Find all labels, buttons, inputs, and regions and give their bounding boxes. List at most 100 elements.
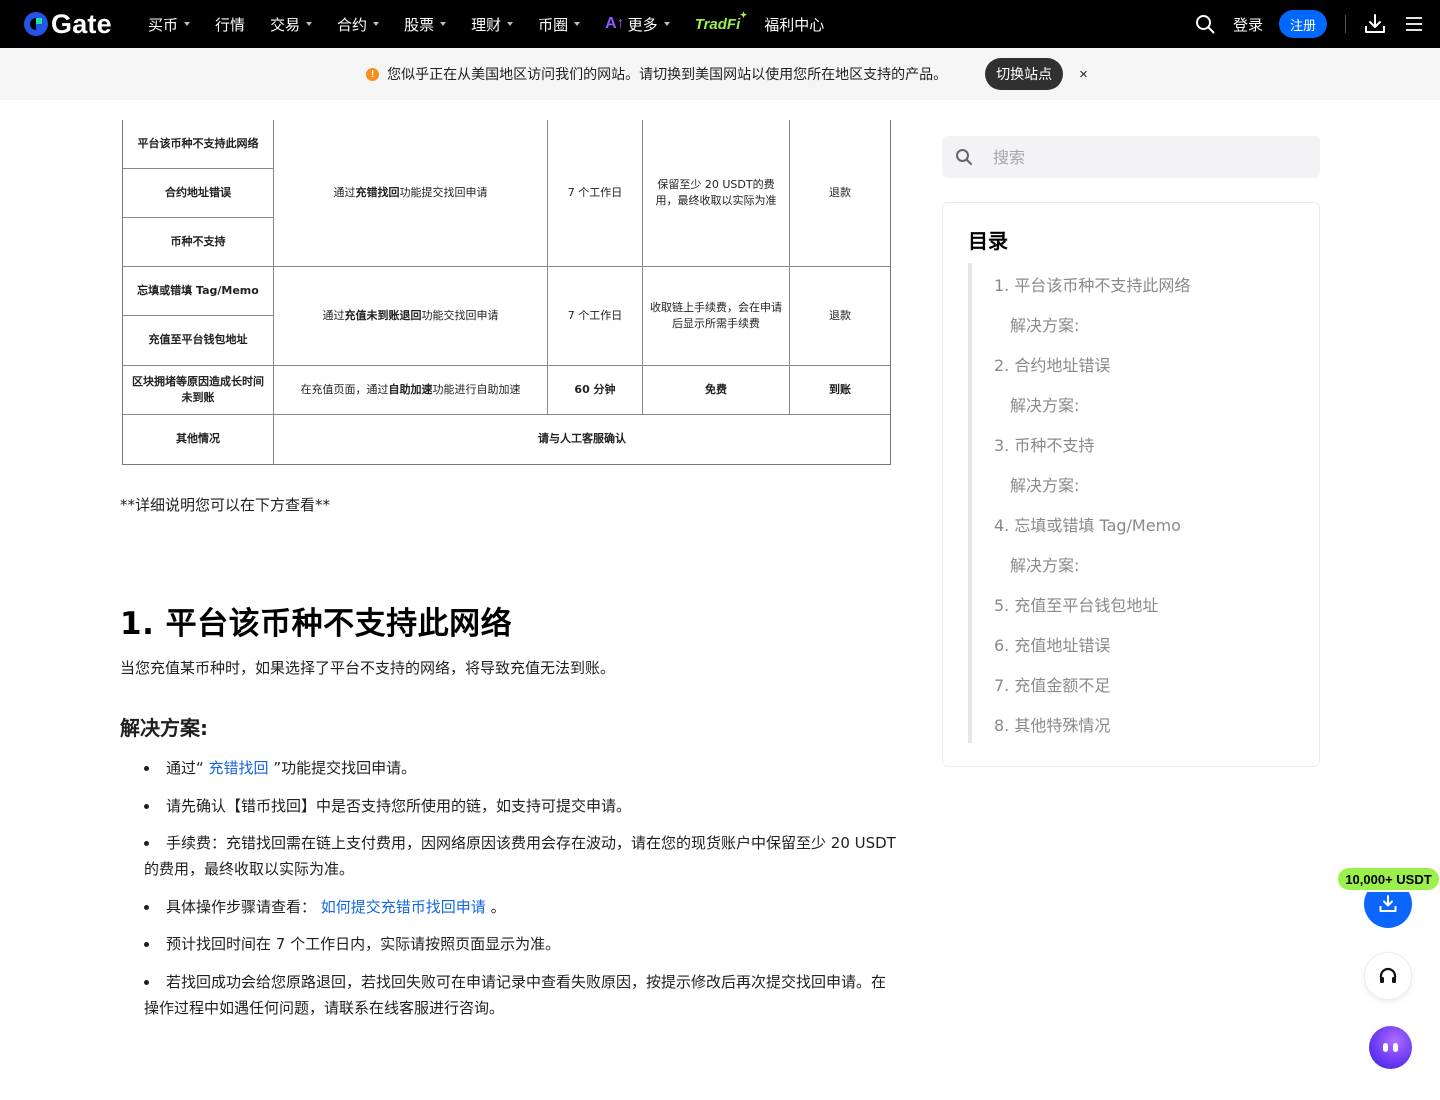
table-cell-result: 到账 bbox=[829, 382, 851, 396]
deposit-issue-table: 平台该币种不支持此网络 合约地址错误 币种不支持 通过 充错找回 功能提交找回申… bbox=[122, 120, 891, 465]
login-link[interactable]: 登录 bbox=[1233, 14, 1263, 35]
toc-item[interactable]: 1. 平台该币种不支持此网络 bbox=[994, 272, 1190, 296]
list-item: 手续费：充错找回需在链上支付费用，因网络原因该费用会存在波动，请在您的现货账户中… bbox=[144, 830, 896, 882]
menu-icon bbox=[1406, 17, 1422, 31]
toc-item[interactable]: 6. 充值地址错误 bbox=[994, 632, 1110, 656]
promo-badge[interactable]: 10,000+ USDT bbox=[1338, 868, 1439, 890]
list-item-text: 。 bbox=[485, 897, 506, 916]
method-post: 功能提交找回申请 bbox=[399, 185, 488, 199]
toc-item[interactable]: 2. 合约地址错误 bbox=[994, 352, 1110, 376]
nav-item-earn[interactable]: 理财 bbox=[471, 14, 514, 35]
nav-item-buy-crypto[interactable]: 买币 bbox=[148, 14, 191, 35]
nav-item-label: 理财 bbox=[471, 15, 502, 34]
nav-item-markets[interactable]: 行情 bbox=[215, 14, 245, 35]
search-icon bbox=[955, 148, 973, 166]
nav-item-label: 买币 bbox=[148, 15, 179, 34]
nav-item-label: 行情 bbox=[215, 15, 246, 34]
how-to-submit-link[interactable]: 如何提交充错币找回申请 bbox=[321, 898, 486, 916]
hamburger-menu-button[interactable] bbox=[1406, 17, 1422, 31]
toc-item[interactable]: 8. 其他特殊情况 bbox=[994, 712, 1110, 736]
nav-item-label: 福利中心 bbox=[764, 15, 825, 34]
recover-link[interactable]: 充错找回 bbox=[209, 759, 269, 777]
nav-item-futures[interactable]: 合约 bbox=[337, 14, 380, 35]
toc-rail bbox=[968, 263, 972, 743]
main-nav: 买币 行情 交易 合约 股票 理财 币圈 A↑ 更多 TradFi ✦ 福利中心 bbox=[148, 0, 849, 48]
method-bold: 充值未到账退回 bbox=[344, 308, 422, 322]
table-cell-result: 退款 bbox=[829, 308, 851, 322]
section-heading: 1. 平台该币种不支持此网络 bbox=[120, 606, 513, 642]
nav-item-label: 交易 bbox=[270, 15, 301, 34]
method-post: 功能进行自助加速 bbox=[432, 382, 521, 396]
table-cell-time: 7 个工作日 bbox=[567, 185, 623, 199]
table-cell-fee: 保留至少 20 USDT的费用，最终收取以实际为准 bbox=[655, 177, 777, 207]
ai-icon: A↑ bbox=[605, 15, 625, 32]
chevron-down-icon bbox=[373, 22, 380, 26]
list-item-text: 手续费：充错找回需在链上支付费用，因网络原因该费用会存在波动，请在您的现货账户中… bbox=[144, 834, 896, 878]
ai-assistant-button[interactable] bbox=[1369, 1026, 1412, 1069]
toc-item[interactable]: 5. 充值至平台钱包地址 bbox=[994, 592, 1158, 616]
table-cell-case: 区块拥堵等原因造成长时间未到账 bbox=[132, 374, 264, 404]
nav-item-label: 股票 bbox=[404, 15, 435, 34]
toc-item[interactable]: 4. 忘填或错填 Tag/Memo bbox=[994, 512, 1181, 536]
list-item-text: 具体操作步骤请查看： bbox=[166, 897, 321, 916]
method-pre: 通过 bbox=[322, 308, 345, 322]
detail-note: **详细说明您可以在下方查看** bbox=[120, 496, 331, 514]
switch-site-button[interactable]: 切换站点 bbox=[985, 58, 1064, 90]
nav-item-community[interactable]: 币圈 bbox=[538, 14, 581, 35]
table-cell-method: 在充值页面，通过 自助加速 功能进行自助加速 bbox=[274, 365, 547, 414]
table-cell-case: 忘填或错填 Tag/Memo bbox=[137, 283, 259, 297]
list-item: 请先确认【错币找回】中是否支持您所使用的链，如支持可提交申请。 bbox=[144, 793, 896, 819]
nav-item-welfare-center[interactable]: 福利中心 bbox=[764, 14, 824, 35]
gate-logo-icon bbox=[24, 12, 48, 36]
table-cell-case: 币种不支持 bbox=[170, 234, 226, 248]
toc-subitem[interactable]: 解决方案: bbox=[1010, 472, 1079, 496]
table-cell-method: 通过 充值未到账退回 功能交找回申请 bbox=[274, 266, 547, 365]
top-navbar: Gate 买币 行情 交易 合约 股票 理财 币圈 A↑ 更多 TradFi ✦ 福… bbox=[0, 0, 1440, 48]
customer-support-button[interactable] bbox=[1364, 952, 1412, 1000]
toc-subitem[interactable]: 解决方案: bbox=[1010, 552, 1079, 576]
close-icon[interactable]: × bbox=[1079, 66, 1088, 83]
list-item-text: 通过“ bbox=[166, 759, 209, 777]
nav-item-more[interactable]: A↑ 更多 bbox=[605, 14, 670, 35]
headset-icon bbox=[1379, 967, 1397, 983]
toc-subitem[interactable]: 解决方案: bbox=[1010, 312, 1079, 336]
method-post: 功能交找回申请 bbox=[421, 308, 499, 322]
signup-button[interactable]: 注册 bbox=[1279, 10, 1327, 38]
search-button[interactable] bbox=[1195, 14, 1215, 34]
region-notice-banner: ! 您似乎正在从美国地区访问我们的网站。请切换到美国网站以使用您所在地区支持的产… bbox=[0, 48, 1440, 100]
toc-title: 目录 bbox=[968, 229, 1008, 253]
list-item-text: 若找回成功会给您原路退回，若找回失败可在申请记录中查看失败原因，按提示修改后再次… bbox=[144, 972, 887, 1017]
download-app-button[interactable] bbox=[1364, 14, 1386, 34]
list-item-text: ”功能提交找回申请。 bbox=[268, 759, 417, 777]
warning-icon: ! bbox=[366, 67, 380, 81]
table-cell-time: 7 个工作日 bbox=[567, 308, 623, 322]
article-search bbox=[942, 136, 1320, 178]
method-pre: 在充值页面，通过 bbox=[300, 382, 389, 396]
table-of-contents: 目录 1. 平台该币种不支持此网络 解决方案: 2. 合约地址错误 解决方案: … bbox=[942, 202, 1320, 767]
nav-item-tradfi[interactable]: TradFi ✦ bbox=[695, 10, 748, 33]
table-cell-merged: 请与人工客服确认 bbox=[538, 431, 626, 445]
toc-subitem[interactable]: 解决方案: bbox=[1010, 392, 1079, 416]
search-input[interactable] bbox=[993, 147, 1293, 167]
nav-item-trade[interactable]: 交易 bbox=[270, 14, 313, 35]
chevron-down-icon bbox=[507, 22, 514, 26]
method-pre: 通过 bbox=[333, 185, 356, 199]
list-item: 预计找回时间在 7 个工作日内，实际请按照页面显示为准。 bbox=[144, 931, 896, 957]
section-intro: 当您充值某币种时，如果选择了平台不支持的网络，将导致充值无法到账。 bbox=[120, 659, 616, 677]
banner-content: ! 您似乎正在从美国地区访问我们的网站。请切换到美国网站以使用您所在地区支持的产… bbox=[366, 58, 1088, 90]
chevron-down-icon bbox=[663, 22, 670, 26]
toc-item[interactable]: 3. 币种不支持 bbox=[994, 432, 1094, 456]
table-cell-case: 平台该币种不支持此网络 bbox=[137, 137, 259, 150]
method-bold: 自助加速 bbox=[388, 382, 433, 396]
gate-logo[interactable]: Gate bbox=[22, 8, 112, 39]
solution-heading: 解决方案: bbox=[120, 716, 208, 740]
table-cell-case: 其他情况 bbox=[176, 431, 220, 445]
nav-item-label: 合约 bbox=[337, 15, 368, 34]
bot-eye-icon bbox=[1393, 1043, 1398, 1052]
list-item-text: 预计找回时间在 7 个工作日内，实际请按照页面显示为准。 bbox=[166, 935, 561, 953]
download-icon bbox=[1365, 14, 1385, 33]
nav-item-stocks[interactable]: 股票 bbox=[404, 14, 447, 35]
brand-name: Gate bbox=[51, 8, 112, 39]
toc-item[interactable]: 7. 充值金额不足 bbox=[994, 672, 1110, 696]
table-cell-method: 通过 充错找回 功能提交找回申请 bbox=[274, 168, 547, 217]
